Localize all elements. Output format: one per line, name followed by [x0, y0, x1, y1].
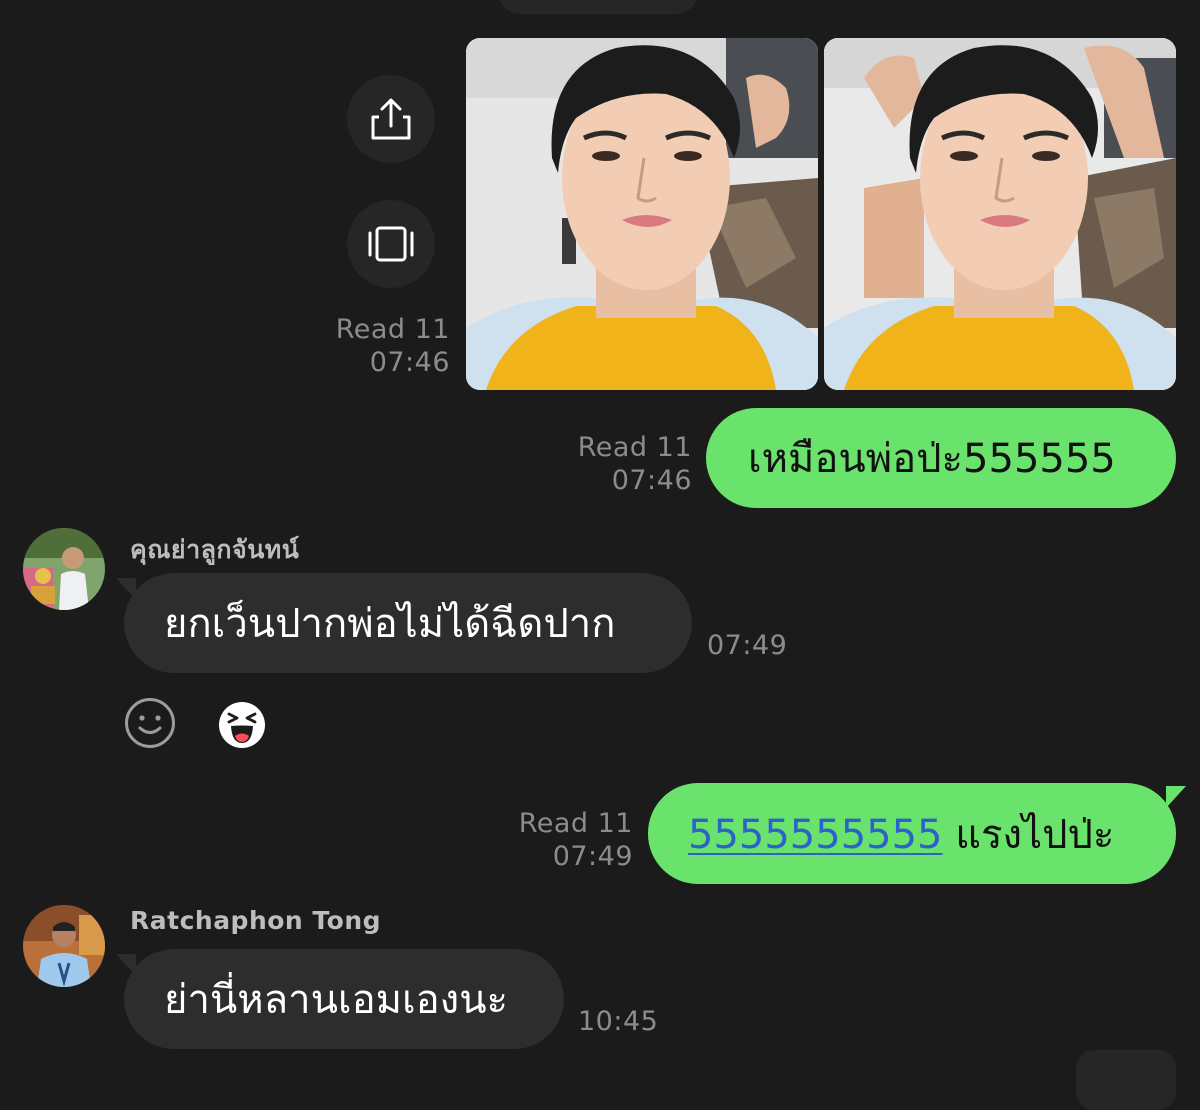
message-text: 5555555555 แรงไปป่ะ	[688, 802, 1114, 866]
message-text: ยกเว็นปากพ่อไม่ได้ฉีดปาก	[164, 601, 616, 647]
reaction-badge[interactable]	[218, 701, 266, 749]
incoming-message-bubble[interactable]: ยกเว็นปากพ่อไม่ได้ฉีดปาก	[124, 573, 692, 673]
message-read-status: Read 11 07:46	[540, 431, 692, 497]
add-reaction-icon	[125, 698, 175, 748]
bubble-tail	[1166, 786, 1186, 808]
timestamp: 07:46	[369, 347, 450, 378]
slideshow-icon	[368, 226, 414, 262]
phone-number-link[interactable]: 5555555555	[688, 812, 943, 858]
timestamp: 07:49	[707, 630, 788, 661]
timestamp: 07:46	[611, 465, 692, 496]
avatar[interactable]	[23, 528, 105, 610]
message-read-status: Read 11 07:49	[480, 807, 633, 873]
photo-thumbnail[interactable]	[466, 38, 818, 390]
message-text: เหมือนพ่อป่ะ555555	[748, 436, 1116, 482]
share-button[interactable]	[347, 75, 435, 163]
message-text-suffix: แรงไปป่ะ	[942, 811, 1115, 858]
share-icon	[371, 98, 411, 140]
outgoing-message-bubble[interactable]: เหมือนพ่อป่ะ555555	[706, 408, 1176, 508]
sender-name: Ratchaphon Tong	[130, 906, 382, 935]
outgoing-message-bubble[interactable]: 5555555555 แรงไปป่ะ	[648, 783, 1176, 884]
photos-read-status: Read 11 07:46	[300, 313, 450, 379]
slideshow-button[interactable]	[347, 200, 435, 288]
incoming-message-bubble[interactable]: ย่านี่หลานเอมเองนะ	[124, 949, 564, 1049]
read-receipt: Read 11	[577, 432, 692, 463]
add-reaction-button[interactable]	[124, 697, 176, 749]
read-receipt: Read 11	[335, 314, 450, 345]
message-text: ย่านี่หลานเอมเองนะ	[164, 977, 509, 1023]
timestamp: 07:49	[552, 841, 633, 872]
previous-message-bubble	[498, 0, 698, 14]
photo-thumbnail[interactable]	[824, 38, 1176, 390]
timestamp: 10:45	[578, 1006, 659, 1037]
laughing-face-icon	[219, 702, 265, 748]
read-receipt: Read 11	[518, 808, 633, 839]
avatar[interactable]	[23, 905, 105, 987]
next-message-bubble	[1076, 1050, 1176, 1110]
sender-name: คุณย่าลูกจันทน์	[130, 535, 300, 564]
